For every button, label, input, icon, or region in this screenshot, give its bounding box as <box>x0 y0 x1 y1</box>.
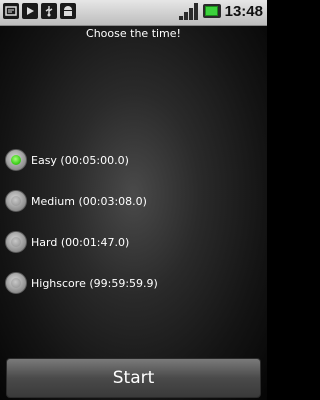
play-icon <box>22 3 38 19</box>
option-label: Highscore (99:59:59.9) <box>31 276 158 290</box>
option-label: Hard (00:01:47.0) <box>31 235 130 249</box>
android-icon <box>60 3 76 19</box>
radio-button-highscore[interactable] <box>5 272 27 294</box>
usb-icon <box>41 3 57 19</box>
radio-button-hard[interactable] <box>5 231 27 253</box>
notification-icon <box>3 3 19 19</box>
status-clock: 13:48 <box>224 2 263 20</box>
option-label: Medium (00:03:08.0) <box>31 194 147 208</box>
time-radio-group: Easy (00:05:00.0) Medium (00:03:08.0) Ha… <box>5 147 260 311</box>
option-label: Easy (00:05:00.0) <box>31 153 129 167</box>
start-button[interactable]: Start <box>6 358 261 398</box>
battery-icon <box>202 4 221 18</box>
page-title: Choose the time! <box>86 27 181 40</box>
option-medium[interactable]: Medium (00:03:08.0) <box>5 188 260 214</box>
main-content: Choose the time! Easy (00:05:00.0) Mediu… <box>0 26 267 400</box>
signal-icon <box>178 2 199 20</box>
option-hard[interactable]: Hard (00:01:47.0) <box>5 229 260 255</box>
option-easy[interactable]: Easy (00:05:00.0) <box>5 147 260 173</box>
status-bar: 13:48 <box>0 0 267 26</box>
radio-button-medium[interactable] <box>5 190 27 212</box>
option-highscore[interactable]: Highscore (99:59:59.9) <box>5 270 260 296</box>
radio-button-easy[interactable] <box>5 149 27 171</box>
